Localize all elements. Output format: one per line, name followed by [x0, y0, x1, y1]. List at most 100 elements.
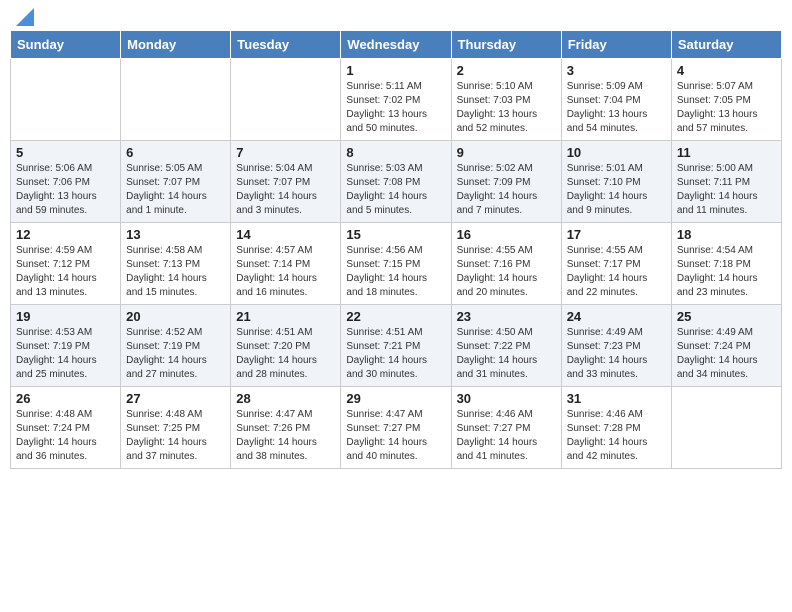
day-number: 31 [567, 391, 666, 406]
day-number: 22 [346, 309, 445, 324]
day-info: Sunrise: 5:01 AMSunset: 7:10 PMDaylight:… [567, 162, 666, 218]
calendar-cell: 8 Sunrise: 5:03 AMSunset: 7:08 PMDaylight… [341, 141, 451, 223]
calendar-cell: 18Sunrise: 4:54 AMSunset: 7:18 PMDayligh… [671, 223, 781, 305]
day-number: 16 [457, 227, 556, 242]
day-info: Sunrise: 5:07 AMSunset: 7:05 PMDaylight:… [677, 80, 776, 136]
day-info: Sunrise: 4:49 AMSunset: 7:23 PMDaylight:… [567, 326, 666, 382]
day-number: 19 [16, 309, 115, 324]
calendar-cell: 2Sunrise: 5:10 AMSunset: 7:03 PMDaylight… [451, 59, 561, 141]
weekday-header-row: SundayMondayTuesdayWednesdayThursdayFrid… [11, 31, 782, 59]
day-info: Sunrise: 4:51 AMSunset: 7:20 PMDaylight:… [236, 326, 335, 382]
weekday-header-wednesday: Wednesday [341, 31, 451, 59]
day-info: Sunrise: 4:54 AMSunset: 7:18 PMDaylight:… [677, 244, 776, 300]
calendar-cell: 9 Sunrise: 5:02 AMSunset: 7:09 PMDaylight… [451, 141, 561, 223]
calendar-cell: 4 Sunrise: 5:07 AMSunset: 7:05 PMDaylight… [671, 59, 781, 141]
week-row-5: 26Sunrise: 4:48 AMSunset: 7:24 PMDayligh… [11, 387, 782, 469]
day-info: Sunrise: 5:02 AMSunset: 7:09 PMDaylight:… [457, 162, 556, 218]
day-info: Sunrise: 5:11 AMSunset: 7:02 PMDaylight:… [346, 80, 445, 136]
day-number: 5 [16, 145, 115, 160]
day-number: 25 [677, 309, 776, 324]
calendar-cell: 30 Sunrise: 4:46 AMSunset: 7:27 PMDayligh… [451, 387, 561, 469]
day-info: Sunrise: 4:55 AMSunset: 7:17 PMDaylight:… [567, 244, 666, 300]
day-number: 9 [457, 145, 556, 160]
day-info: Sunrise: 4:57 AMSunset: 7:14 PMDaylight:… [236, 244, 335, 300]
day-number: 6 [126, 145, 225, 160]
day-number: 10 [567, 145, 666, 160]
day-info: Sunrise: 4:52 AMSunset: 7:19 PMDaylight:… [126, 326, 225, 382]
day-number: 11 [677, 145, 776, 160]
page-header [10, 10, 782, 22]
calendar-cell [231, 59, 341, 141]
calendar-cell: 3 Sunrise: 5:09 AMSunset: 7:04 PMDaylight… [561, 59, 671, 141]
logo-arrow-icon [16, 8, 34, 26]
day-number: 7 [236, 145, 335, 160]
calendar-cell [671, 387, 781, 469]
day-info: Sunrise: 4:50 AMSunset: 7:22 PMDaylight:… [457, 326, 556, 382]
day-number: 21 [236, 309, 335, 324]
day-number: 20 [126, 309, 225, 324]
week-row-1: 1 Sunrise: 5:11 AMSunset: 7:02 PMDaylight… [11, 59, 782, 141]
day-info: Sunrise: 4:47 AMSunset: 7:27 PMDaylight:… [346, 408, 445, 464]
calendar-table: SundayMondayTuesdayWednesdayThursdayFrid… [10, 30, 782, 469]
day-number: 27 [126, 391, 225, 406]
calendar-cell: 23 Sunrise: 4:50 AMSunset: 7:22 PMDayligh… [451, 305, 561, 387]
day-number: 4 [677, 63, 776, 78]
calendar-cell: 15 Sunrise: 4:56 AMSunset: 7:15 PMDayligh… [341, 223, 451, 305]
weekday-header-monday: Monday [121, 31, 231, 59]
day-number: 15 [346, 227, 445, 242]
day-info: Sunrise: 5:04 AMSunset: 7:07 PMDaylight:… [236, 162, 335, 218]
day-info: Sunrise: 4:46 AMSunset: 7:27 PMDaylight:… [457, 408, 556, 464]
day-info: Sunrise: 4:48 AMSunset: 7:25 PMDaylight:… [126, 408, 225, 464]
calendar-cell: 10 Sunrise: 5:01 AMSunset: 7:10 PMDayligh… [561, 141, 671, 223]
day-number: 13 [126, 227, 225, 242]
day-number: 8 [346, 145, 445, 160]
calendar-cell: 12Sunrise: 4:59 AMSunset: 7:12 PMDayligh… [11, 223, 121, 305]
day-number: 2 [457, 63, 556, 78]
calendar-cell: 17 Sunrise: 4:55 AMSunset: 7:17 PMDayligh… [561, 223, 671, 305]
day-info: Sunrise: 5:03 AMSunset: 7:08 PMDaylight:… [346, 162, 445, 218]
day-number: 3 [567, 63, 666, 78]
day-number: 1 [346, 63, 445, 78]
calendar-cell: 20 Sunrise: 4:52 AMSunset: 7:19 PMDayligh… [121, 305, 231, 387]
day-info: Sunrise: 4:59 AMSunset: 7:12 PMDaylight:… [16, 244, 115, 300]
day-number: 23 [457, 309, 556, 324]
day-info: Sunrise: 4:48 AMSunset: 7:24 PMDaylight:… [16, 408, 115, 464]
day-number: 30 [457, 391, 556, 406]
day-info: Sunrise: 4:47 AMSunset: 7:26 PMDaylight:… [236, 408, 335, 464]
weekday-header-friday: Friday [561, 31, 671, 59]
day-info: Sunrise: 4:51 AMSunset: 7:21 PMDaylight:… [346, 326, 445, 382]
day-info: Sunrise: 4:58 AMSunset: 7:13 PMDaylight:… [126, 244, 225, 300]
calendar-cell: 19 Sunrise: 4:53 AMSunset: 7:19 PMDayligh… [11, 305, 121, 387]
calendar-cell: 6Sunrise: 5:05 AMSunset: 7:07 PMDaylight… [121, 141, 231, 223]
calendar-cell: 5Sunrise: 5:06 AMSunset: 7:06 PMDaylight… [11, 141, 121, 223]
weekday-header-sunday: Sunday [11, 31, 121, 59]
calendar-cell [121, 59, 231, 141]
week-row-2: 5Sunrise: 5:06 AMSunset: 7:06 PMDaylight… [11, 141, 782, 223]
day-number: 28 [236, 391, 335, 406]
calendar-cell: 24 Sunrise: 4:49 AMSunset: 7:23 PMDayligh… [561, 305, 671, 387]
day-info: Sunrise: 4:53 AMSunset: 7:19 PMDaylight:… [16, 326, 115, 382]
week-row-4: 19 Sunrise: 4:53 AMSunset: 7:19 PMDayligh… [11, 305, 782, 387]
day-number: 17 [567, 227, 666, 242]
weekday-header-tuesday: Tuesday [231, 31, 341, 59]
day-info: Sunrise: 5:09 AMSunset: 7:04 PMDaylight:… [567, 80, 666, 136]
day-info: Sunrise: 5:00 AMSunset: 7:11 PMDaylight:… [677, 162, 776, 218]
day-info: Sunrise: 4:49 AMSunset: 7:24 PMDaylight:… [677, 326, 776, 382]
day-number: 29 [346, 391, 445, 406]
calendar-cell: 31 Sunrise: 4:46 AMSunset: 7:28 PMDayligh… [561, 387, 671, 469]
calendar-cell: 27 Sunrise: 4:48 AMSunset: 7:25 PMDayligh… [121, 387, 231, 469]
calendar-cell: 13 Sunrise: 4:58 AMSunset: 7:13 PMDayligh… [121, 223, 231, 305]
calendar-cell: 29 Sunrise: 4:47 AMSunset: 7:27 PMDayligh… [341, 387, 451, 469]
day-number: 24 [567, 309, 666, 324]
calendar-cell: 28 Sunrise: 4:47 AMSunset: 7:26 PMDayligh… [231, 387, 341, 469]
day-info: Sunrise: 4:56 AMSunset: 7:15 PMDaylight:… [346, 244, 445, 300]
calendar-cell [11, 59, 121, 141]
calendar-cell: 16 Sunrise: 4:55 AMSunset: 7:16 PMDayligh… [451, 223, 561, 305]
day-info: Sunrise: 4:55 AMSunset: 7:16 PMDaylight:… [457, 244, 556, 300]
calendar-cell: 7 Sunrise: 5:04 AMSunset: 7:07 PMDaylight… [231, 141, 341, 223]
calendar-cell: 26Sunrise: 4:48 AMSunset: 7:24 PMDayligh… [11, 387, 121, 469]
week-row-3: 12Sunrise: 4:59 AMSunset: 7:12 PMDayligh… [11, 223, 782, 305]
weekday-header-thursday: Thursday [451, 31, 561, 59]
day-info: Sunrise: 4:46 AMSunset: 7:28 PMDaylight:… [567, 408, 666, 464]
calendar-cell: 14Sunrise: 4:57 AMSunset: 7:14 PMDayligh… [231, 223, 341, 305]
